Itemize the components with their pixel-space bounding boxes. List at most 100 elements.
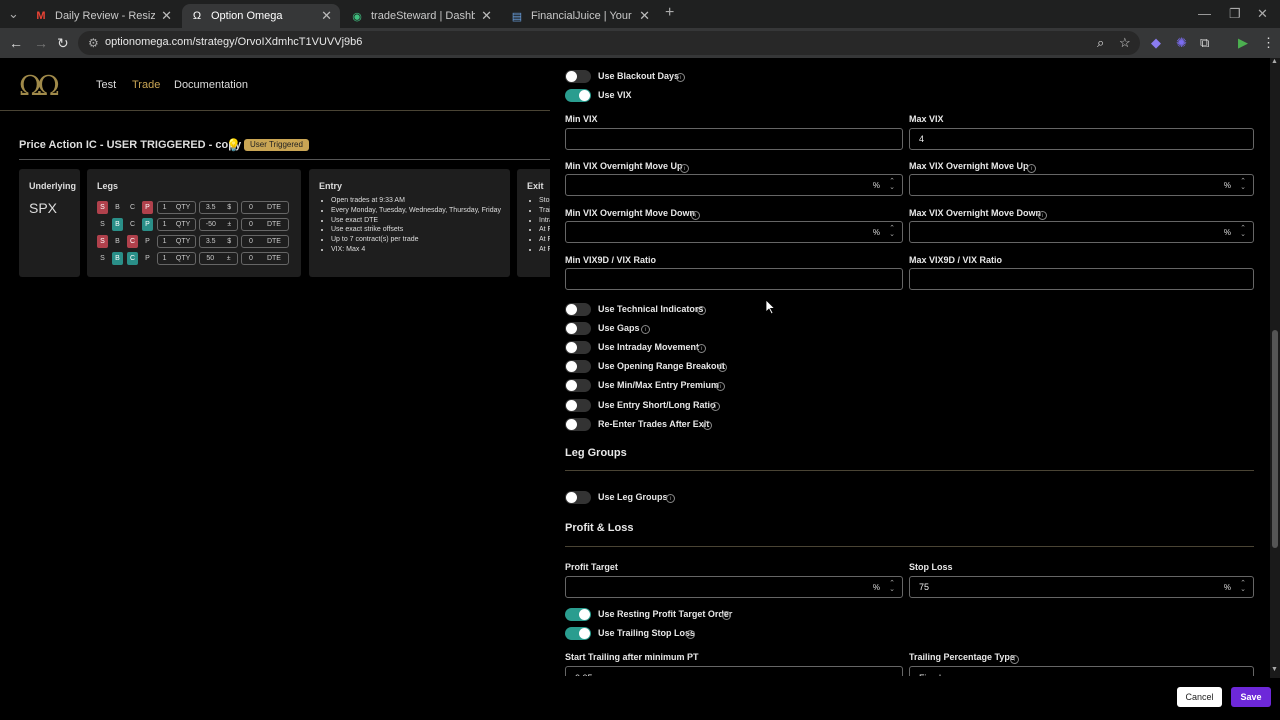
- leg-sell-toggle[interactable]: S: [97, 252, 108, 265]
- leg-sell-toggle[interactable]: S: [97, 234, 108, 248]
- use-leg-groups-toggle[interactable]: [565, 491, 591, 504]
- leg-strike-field[interactable]: 3.5 $: [199, 200, 238, 214]
- back-icon[interactable]: ←: [9, 35, 23, 51]
- leg-put-toggle[interactable]: P: [142, 235, 153, 248]
- leg-call-toggle[interactable]: C: [127, 251, 138, 265]
- cancel-button[interactable]: Cancel: [1177, 687, 1222, 707]
- extension-icon[interactable]: ◆: [1151, 35, 1161, 51]
- leg-dte-field[interactable]: 0 DTE: [241, 217, 289, 231]
- min-vix-overnight-move-up-input[interactable]: % ⌃ ⌄: [565, 174, 903, 196]
- min-vix-input[interactable]: [565, 128, 903, 150]
- info-icon[interactable]: i: [711, 402, 720, 411]
- info-icon[interactable]: i: [697, 344, 706, 353]
- nav-trade[interactable]: Trade: [132, 79, 160, 91]
- extensions-puzzle-icon[interactable]: ⧉: [1200, 35, 1209, 51]
- use-trailing-stop-loss-toggle[interactable]: [565, 627, 591, 640]
- spinner-icon[interactable]: ⌃ ⌄: [889, 178, 895, 191]
- minimize-icon[interactable]: —: [1198, 6, 1211, 21]
- zoom-icon[interactable]: ⌕: [1097, 35, 1104, 51]
- extension-icon[interactable]: ✺: [1176, 35, 1187, 51]
- browser-tab-gmail[interactable]: M Daily Review - Resized - info@ ✕: [26, 4, 180, 28]
- info-icon[interactable]: i: [1027, 164, 1036, 173]
- nav-test[interactable]: Test: [96, 79, 116, 91]
- spinner-icon[interactable]: ⌃ ⌄: [889, 225, 895, 238]
- leg-buy-toggle[interactable]: B: [112, 235, 123, 248]
- leg-sell-toggle[interactable]: S: [97, 218, 108, 231]
- use-min-max-entry-premium-toggle[interactable]: [565, 379, 591, 392]
- browser-menu-icon[interactable]: ⋮: [1262, 35, 1275, 51]
- new-tab-icon[interactable]: +: [665, 4, 674, 22]
- leg-qty-field[interactable]: 1 QTY: [157, 251, 196, 265]
- info-icon[interactable]: i: [716, 382, 725, 391]
- site-info-icon[interactable]: ⚙: [88, 36, 99, 50]
- save-button[interactable]: Save: [1231, 687, 1271, 707]
- use-blackout-days-toggle[interactable]: [565, 70, 591, 83]
- close-icon[interactable]: ✕: [161, 8, 172, 24]
- leg-qty-field[interactable]: 1 QTY: [157, 200, 196, 214]
- close-icon[interactable]: ✕: [481, 8, 492, 24]
- spinner-icon[interactable]: ⌃ ⌄: [1240, 580, 1246, 593]
- profit-target-input[interactable]: % ⌃ ⌄: [565, 576, 903, 598]
- min-vix9d-vix-ratio-input[interactable]: [565, 268, 903, 290]
- use-vix-toggle[interactable]: [565, 89, 591, 102]
- use-technical-indicators-toggle[interactable]: [565, 303, 591, 316]
- leg-buy-toggle[interactable]: B: [112, 217, 123, 231]
- scrollbar[interactable]: [1270, 58, 1280, 678]
- close-icon[interactable]: ✕: [321, 8, 332, 24]
- leg-put-toggle[interactable]: P: [142, 217, 153, 231]
- info-icon[interactable]: i: [1010, 655, 1019, 664]
- max-vix9d-vix-ratio-input[interactable]: [909, 268, 1254, 290]
- leg-buy-toggle[interactable]: B: [112, 251, 123, 265]
- use-opening-range-breakout-toggle[interactable]: [565, 360, 591, 373]
- stop-loss-input[interactable]: 75% ⌃ ⌄: [909, 576, 1254, 598]
- leg-call-toggle[interactable]: C: [127, 234, 138, 248]
- lightbulb-icon[interactable]: 💡: [226, 138, 241, 152]
- leg-put-toggle[interactable]: P: [142, 252, 153, 265]
- max-vix-input[interactable]: 4: [909, 128, 1254, 150]
- re-enter-trades-after-exit-toggle[interactable]: [565, 418, 591, 431]
- leg-sell-toggle[interactable]: S: [97, 200, 108, 214]
- spinner-icon[interactable]: ⌃ ⌄: [889, 580, 895, 593]
- close-icon[interactable]: ✕: [639, 8, 650, 24]
- leg-dte-field[interactable]: 0 DTE: [241, 234, 289, 248]
- info-icon[interactable]: i: [703, 421, 712, 430]
- scroll-down-icon[interactable]: ▼: [1271, 666, 1278, 673]
- use-resting-profit-target-order-toggle[interactable]: [565, 608, 591, 621]
- leg-call-toggle[interactable]: C: [127, 201, 138, 214]
- reload-icon[interactable]: ↻: [57, 35, 69, 52]
- nav-documentation[interactable]: Documentation: [174, 79, 248, 91]
- info-icon[interactable]: i: [676, 73, 685, 82]
- use-gaps-toggle[interactable]: [565, 322, 591, 335]
- leg-call-toggle[interactable]: C: [127, 218, 138, 231]
- leg-buy-toggle[interactable]: B: [112, 201, 123, 214]
- leg-put-toggle[interactable]: P: [142, 200, 153, 214]
- info-icon[interactable]: i: [666, 494, 675, 503]
- scrollbar-thumb[interactable]: [1272, 330, 1278, 548]
- leg-qty-field[interactable]: 1 QTY: [157, 234, 196, 248]
- leg-strike-field[interactable]: 3.5 $: [199, 234, 238, 248]
- info-icon[interactable]: i: [641, 325, 650, 334]
- url-input[interactable]: ⚙ optionomega.com/strategy/OrvoIXdmhcT1V…: [78, 31, 1140, 55]
- info-icon[interactable]: i: [1038, 211, 1047, 220]
- leg-strike-field[interactable]: 50 ±: [199, 251, 238, 265]
- info-icon[interactable]: i: [691, 211, 700, 220]
- window-close-icon[interactable]: ✕: [1257, 6, 1268, 22]
- use-entry-short-long-ratio-toggle[interactable]: [565, 399, 591, 412]
- max-vix-overnight-move-down-input[interactable]: % ⌃ ⌄: [909, 221, 1254, 243]
- use-intraday-movement-toggle[interactable]: [565, 341, 591, 354]
- tab-search-icon[interactable]: ⌄: [8, 6, 19, 22]
- browser-tab-tradesteward[interactable]: ◉ tradeSteward | Dashboard ✕: [342, 4, 500, 28]
- browser-tab-financialjuice[interactable]: ▤ FinancialJuice | Your Financial U ✕: [502, 4, 658, 28]
- leg-dte-field[interactable]: 0 DTE: [241, 200, 289, 214]
- info-icon[interactable]: i: [722, 611, 731, 620]
- spinner-icon[interactable]: ⌃ ⌄: [1240, 178, 1246, 191]
- min-vix-overnight-move-down-input[interactable]: % ⌃ ⌄: [565, 221, 903, 243]
- scroll-up-icon[interactable]: ▲: [1271, 58, 1278, 65]
- browser-tab-option-omega[interactable]: Ω Option Omega ✕: [182, 4, 340, 28]
- info-icon[interactable]: i: [718, 363, 727, 372]
- info-icon[interactable]: i: [697, 306, 706, 315]
- info-icon[interactable]: i: [680, 164, 689, 173]
- leg-strike-field[interactable]: -50 ±: [199, 217, 238, 231]
- leg-qty-field[interactable]: 1 QTY: [157, 217, 196, 231]
- forward-icon[interactable]: →: [34, 35, 48, 51]
